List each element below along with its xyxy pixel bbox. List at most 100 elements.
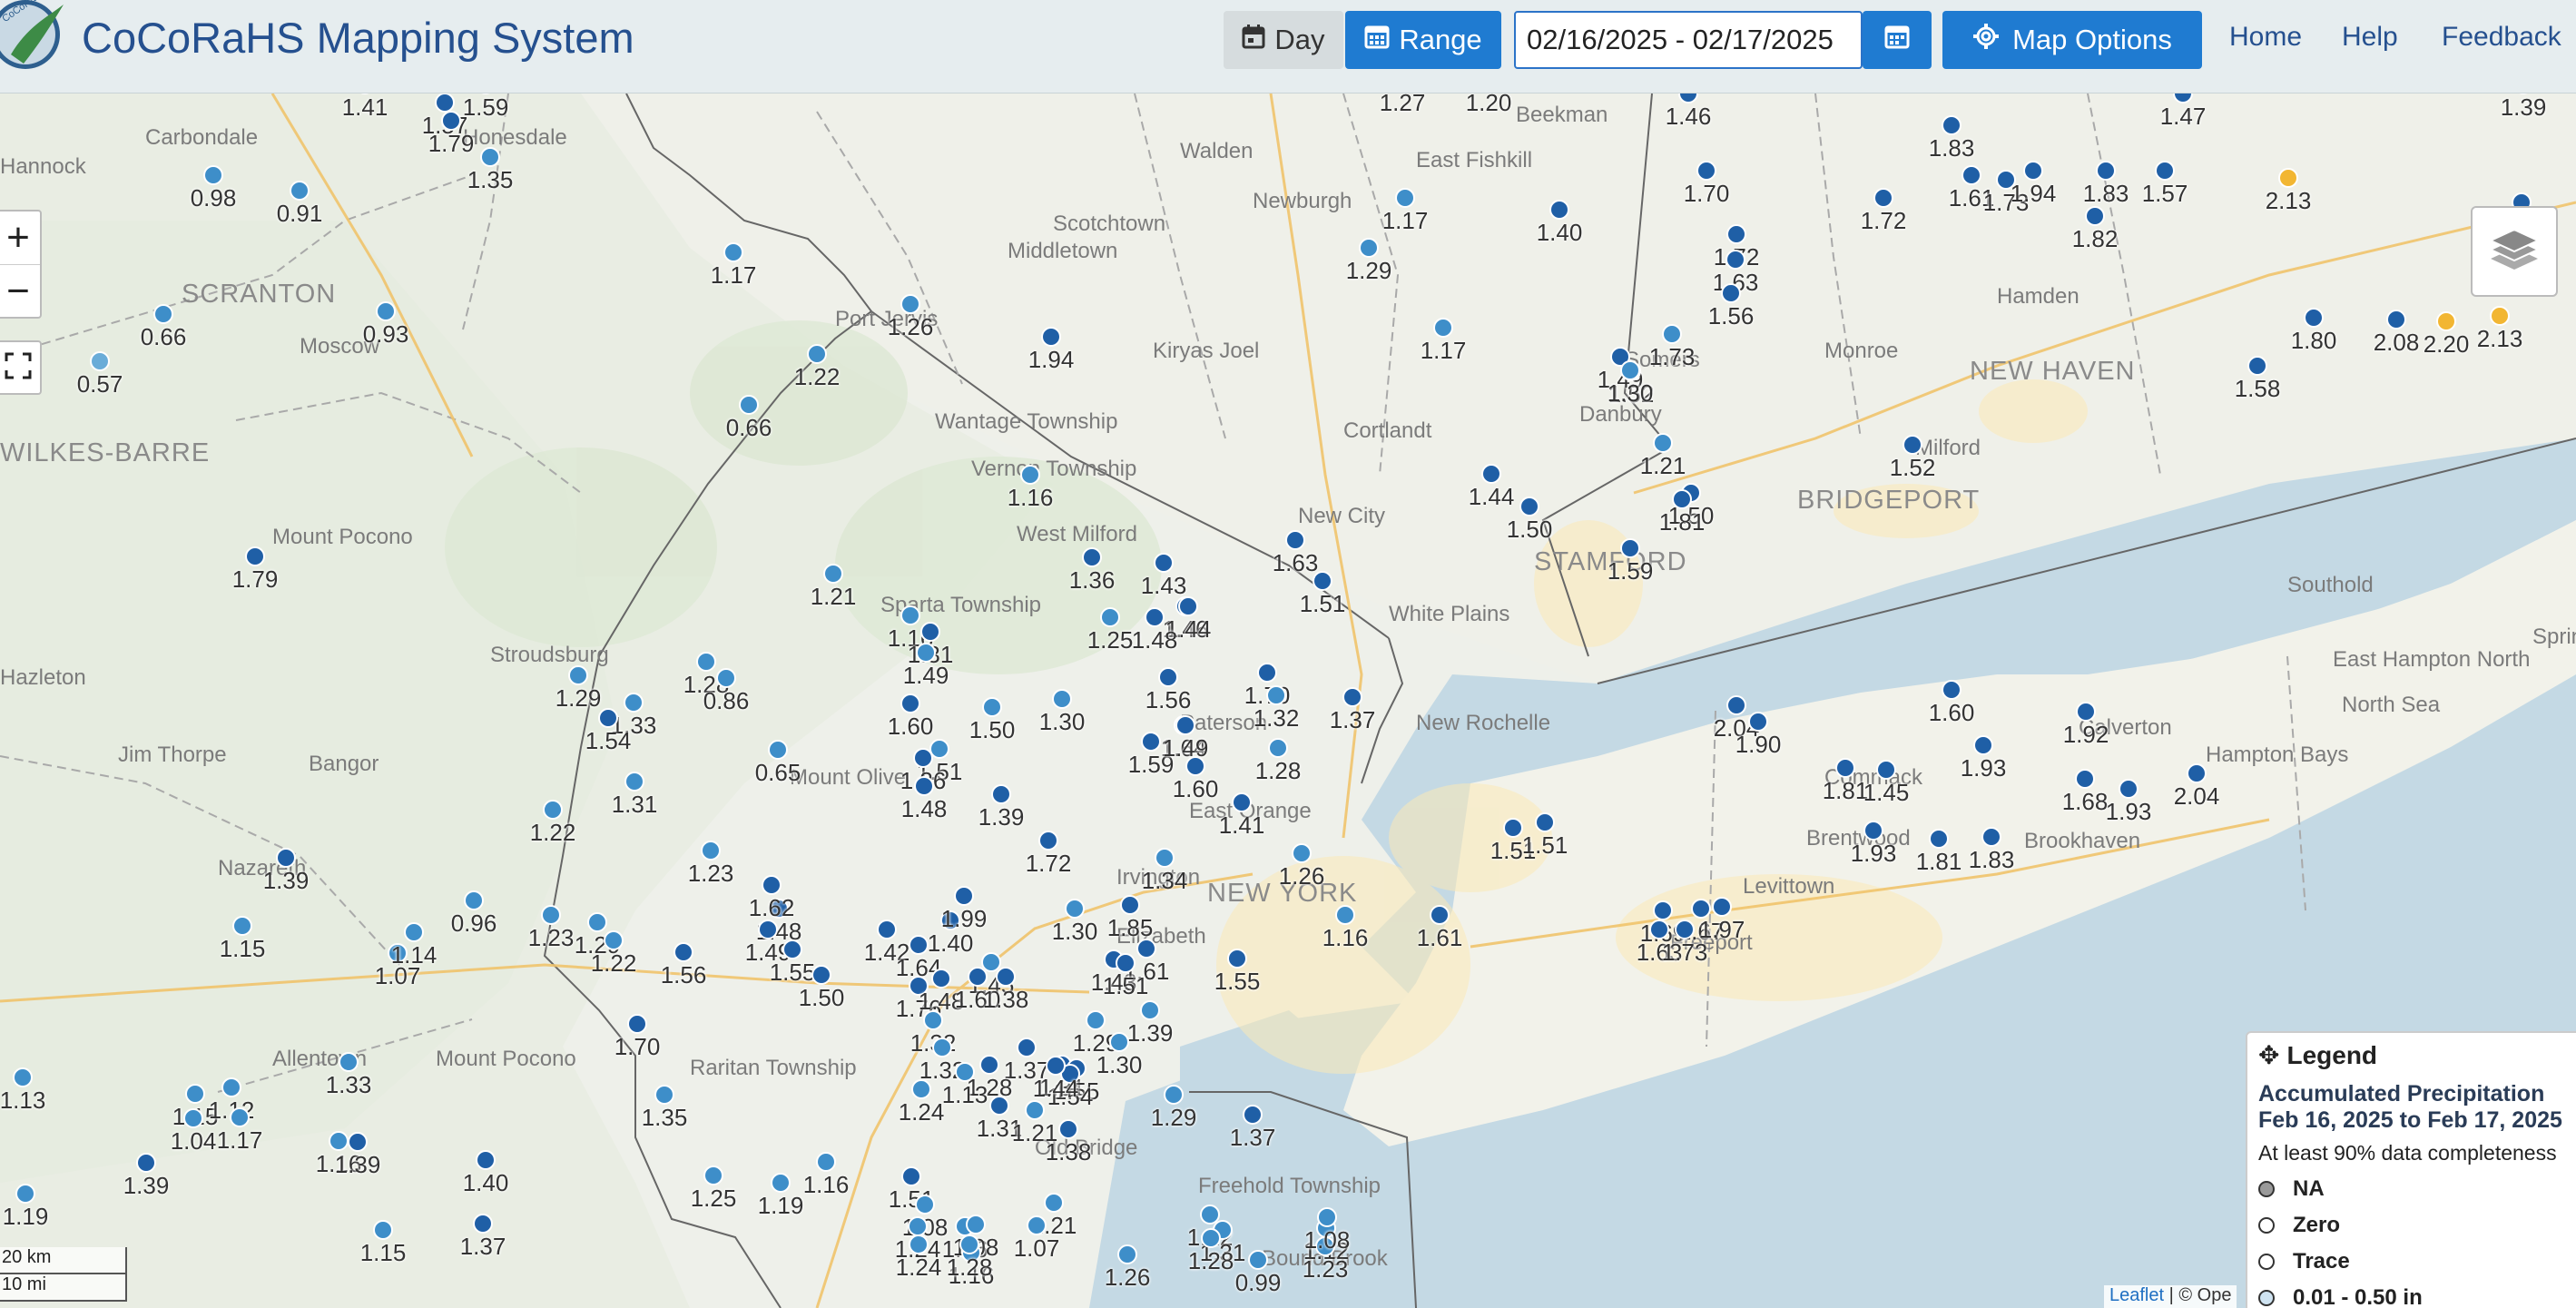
zoom-out-button[interactable]: − bbox=[0, 265, 40, 318]
station-marker[interactable] bbox=[203, 165, 223, 185]
station-marker[interactable] bbox=[909, 1234, 929, 1254]
nav-home-link[interactable]: Home bbox=[2229, 22, 2302, 53]
station-marker[interactable] bbox=[2247, 356, 2267, 376]
station-marker[interactable] bbox=[627, 1014, 647, 1034]
station-marker[interactable] bbox=[1044, 1193, 1064, 1213]
station-marker[interactable] bbox=[1117, 1244, 1137, 1264]
station-marker[interactable] bbox=[1052, 689, 1072, 709]
station-marker[interactable] bbox=[90, 351, 110, 371]
station-marker[interactable] bbox=[1863, 821, 1883, 841]
station-marker[interactable] bbox=[1712, 897, 1732, 917]
station-marker[interactable] bbox=[1942, 115, 1961, 135]
station-marker[interactable] bbox=[723, 242, 743, 262]
station-marker[interactable] bbox=[900, 294, 920, 314]
station-marker[interactable] bbox=[768, 740, 788, 760]
station-marker[interactable] bbox=[916, 643, 936, 663]
station-marker[interactable] bbox=[1038, 831, 1058, 851]
station-marker[interactable] bbox=[989, 1096, 1009, 1116]
station-marker[interactable] bbox=[587, 912, 607, 932]
app-title[interactable]: CoCoRaHS Mapping System bbox=[82, 13, 634, 63]
station-marker[interactable] bbox=[911, 1079, 931, 1099]
station-marker[interactable] bbox=[1154, 553, 1174, 573]
station-marker[interactable] bbox=[1175, 715, 1195, 735]
station-marker[interactable] bbox=[823, 564, 843, 584]
station-marker[interactable] bbox=[991, 784, 1011, 804]
station-marker[interactable] bbox=[1243, 1105, 1263, 1125]
station-marker[interactable] bbox=[1065, 899, 1085, 919]
station-marker[interactable] bbox=[339, 1052, 359, 1072]
station-marker[interactable] bbox=[932, 1038, 952, 1057]
station-marker[interactable] bbox=[2490, 306, 2510, 326]
station-marker[interactable] bbox=[153, 304, 173, 324]
station-marker[interactable] bbox=[2119, 779, 2138, 799]
station-marker[interactable] bbox=[1041, 327, 1061, 347]
day-mode-button[interactable]: Day bbox=[1224, 11, 1343, 69]
station-marker[interactable] bbox=[701, 841, 721, 861]
station-marker[interactable] bbox=[624, 693, 644, 713]
layers-control-button[interactable] bbox=[2471, 206, 2558, 297]
station-marker[interactable] bbox=[1257, 663, 1277, 683]
zoom-in-button[interactable]: + bbox=[0, 211, 40, 265]
station-marker[interactable] bbox=[290, 181, 310, 201]
station-marker[interactable] bbox=[1726, 695, 1746, 715]
station-marker[interactable] bbox=[230, 1107, 250, 1127]
station-marker[interactable] bbox=[1178, 596, 1198, 616]
station-marker[interactable] bbox=[1020, 465, 1040, 485]
station-marker[interactable] bbox=[2075, 769, 2095, 789]
station-marker[interactable] bbox=[1535, 812, 1555, 832]
station-marker[interactable] bbox=[13, 1067, 33, 1087]
legend-panel[interactable]: ✥ Legend Accumulated Precipitation Feb 16… bbox=[2246, 1031, 2576, 1308]
station-marker[interactable] bbox=[1981, 827, 2001, 847]
station-marker[interactable] bbox=[673, 942, 693, 962]
station-marker[interactable] bbox=[1025, 1100, 1045, 1120]
station-marker[interactable] bbox=[1649, 920, 1669, 939]
station-marker[interactable] bbox=[1027, 1215, 1047, 1235]
station-marker[interactable] bbox=[604, 930, 624, 950]
station-marker[interactable] bbox=[954, 886, 974, 906]
station-marker[interactable] bbox=[1268, 738, 1288, 758]
station-marker[interactable] bbox=[1145, 607, 1165, 627]
date-range-input[interactable] bbox=[1514, 11, 1863, 69]
station-marker[interactable] bbox=[2386, 310, 2406, 329]
station-marker[interactable] bbox=[955, 1062, 975, 1082]
station-marker[interactable] bbox=[1726, 224, 1746, 244]
station-marker[interactable] bbox=[1696, 161, 1716, 181]
station-marker[interactable] bbox=[1317, 1207, 1337, 1227]
station-marker[interactable] bbox=[1942, 680, 1961, 700]
station-marker[interactable] bbox=[982, 697, 1002, 717]
station-marker[interactable] bbox=[1503, 818, 1523, 838]
station-marker[interactable] bbox=[543, 800, 563, 820]
station-marker[interactable] bbox=[807, 344, 827, 364]
station-marker[interactable] bbox=[376, 301, 396, 321]
fullscreen-button[interactable] bbox=[0, 340, 42, 395]
station-marker[interactable] bbox=[1726, 250, 1745, 270]
station-marker[interactable] bbox=[1620, 360, 1640, 380]
station-marker[interactable] bbox=[758, 920, 778, 939]
station-marker[interactable] bbox=[913, 748, 933, 768]
station-marker[interactable] bbox=[329, 1131, 349, 1151]
station-marker[interactable] bbox=[877, 920, 897, 939]
station-marker[interactable] bbox=[221, 1077, 241, 1097]
station-marker[interactable] bbox=[1873, 188, 1893, 208]
station-marker[interactable] bbox=[1675, 920, 1695, 939]
station-marker[interactable] bbox=[1549, 200, 1569, 220]
station-marker[interactable] bbox=[2023, 161, 2043, 181]
station-marker[interactable] bbox=[914, 776, 934, 796]
station-marker[interactable] bbox=[1519, 497, 1539, 516]
station-marker[interactable] bbox=[276, 848, 296, 868]
station-marker[interactable] bbox=[1653, 900, 1673, 920]
station-marker[interactable] bbox=[816, 1152, 836, 1172]
station-marker[interactable] bbox=[541, 905, 561, 925]
station-marker[interactable] bbox=[1227, 949, 1247, 969]
station-marker[interactable] bbox=[232, 916, 252, 936]
station-marker[interactable] bbox=[1903, 435, 1922, 455]
station-marker[interactable] bbox=[716, 668, 736, 688]
station-marker[interactable] bbox=[923, 1010, 943, 1030]
station-marker[interactable] bbox=[968, 967, 988, 987]
station-marker[interactable] bbox=[1395, 188, 1415, 208]
station-marker[interactable] bbox=[1158, 667, 1178, 687]
station-marker[interactable] bbox=[473, 1214, 493, 1234]
station-marker[interactable] bbox=[959, 1234, 979, 1254]
date-picker-button[interactable] bbox=[1863, 11, 1932, 69]
station-marker[interactable] bbox=[966, 1215, 986, 1234]
